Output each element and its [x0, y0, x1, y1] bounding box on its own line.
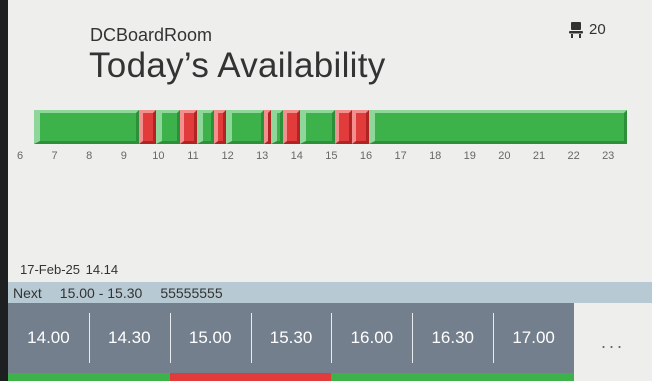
timeline-segment-free — [33, 110, 139, 144]
hour-tick: 20 — [498, 150, 511, 162]
slot-status-free — [88, 373, 170, 381]
room-name: DCBoardRoom — [90, 25, 213, 45]
hour-tick: 23 — [602, 150, 615, 162]
availability-timeline — [25, 110, 627, 144]
hour-tick: 19 — [463, 150, 476, 162]
hour-tick: 6 — [16, 150, 24, 162]
timeline-segment-busy — [214, 110, 227, 144]
next-meeting-bar: Next 15.00 - 15.30 55555555 — [8, 282, 652, 303]
slot-status-free — [493, 373, 574, 381]
chair-icon — [569, 21, 583, 38]
slot-status-free — [331, 373, 413, 381]
timeline-segment-busy — [283, 110, 301, 144]
timeline-segment-free — [300, 110, 335, 144]
hour-tick: 10 — [152, 150, 165, 162]
more-button[interactable]: ... — [574, 303, 652, 381]
page-title: Today’s Availability — [89, 46, 386, 85]
hour-tick: 11 — [187, 150, 199, 162]
hour-tick: 14 — [290, 150, 303, 162]
time-slot-button[interactable]: 16.30 — [412, 303, 493, 373]
hour-tick: 15 — [325, 150, 338, 162]
capacity-indicator: 20 — [569, 21, 606, 38]
current-datetime: 17-Feb-25 14.14 — [20, 262, 119, 277]
timeline-segment-free — [197, 110, 215, 144]
time-slot-button[interactable]: 15.30 — [250, 303, 332, 373]
time-slot-bar: 14.00 14.30 15.00 15.30 16.00 16.30 17.00 — [8, 303, 574, 373]
timeline-segment-busy — [138, 110, 156, 144]
next-label: Next — [13, 284, 42, 301]
hour-tick: 7 — [51, 150, 58, 162]
next-organizer: 55555555 — [160, 284, 223, 301]
timeline-segment-busy — [334, 110, 352, 144]
timeline-segment-busy — [179, 110, 197, 144]
hour-tick: 22 — [567, 150, 580, 162]
capacity-count: 20 — [589, 21, 606, 38]
slot-status-bar — [8, 373, 574, 381]
hour-tick: 18 — [429, 150, 442, 162]
timeline-segment-free — [369, 110, 627, 144]
hour-tick: 8 — [86, 150, 93, 162]
timeline-segment-free — [226, 110, 265, 144]
time-slot-button[interactable]: 14.00 — [8, 303, 89, 373]
timeline-segment-busy — [351, 110, 369, 144]
time-slot-button[interactable]: 17.00 — [493, 303, 574, 373]
room-panel: DCBoardRoom Today’s Availability 20 6 7 8 9… — [8, 0, 652, 381]
time-slot-button[interactable]: 15.00 — [169, 303, 251, 373]
hour-axis: 6 7 8 9 10 11 12 13 14 15 16 17 18 19 20 21 22 23 — [8, 150, 652, 166]
slot-status-busy — [169, 373, 251, 381]
hour-tick: 12 — [221, 150, 234, 162]
hour-tick: 9 — [120, 150, 127, 162]
timeline-segment-free — [155, 110, 180, 144]
time-slot-button[interactable]: 16.00 — [331, 303, 412, 373]
slot-status-busy — [250, 373, 332, 381]
hour-tick: 13 — [256, 150, 269, 162]
slot-status-free — [8, 373, 89, 381]
hour-tick: 17 — [394, 150, 407, 162]
timeline-segment-free — [270, 110, 283, 144]
time-slot-button[interactable]: 14.30 — [88, 303, 170, 373]
hour-tick: 16 — [359, 150, 373, 162]
slot-status-free — [412, 373, 494, 381]
next-time: 15.00 - 15.30 — [59, 284, 143, 301]
hour-tick: 21 — [532, 150, 546, 162]
